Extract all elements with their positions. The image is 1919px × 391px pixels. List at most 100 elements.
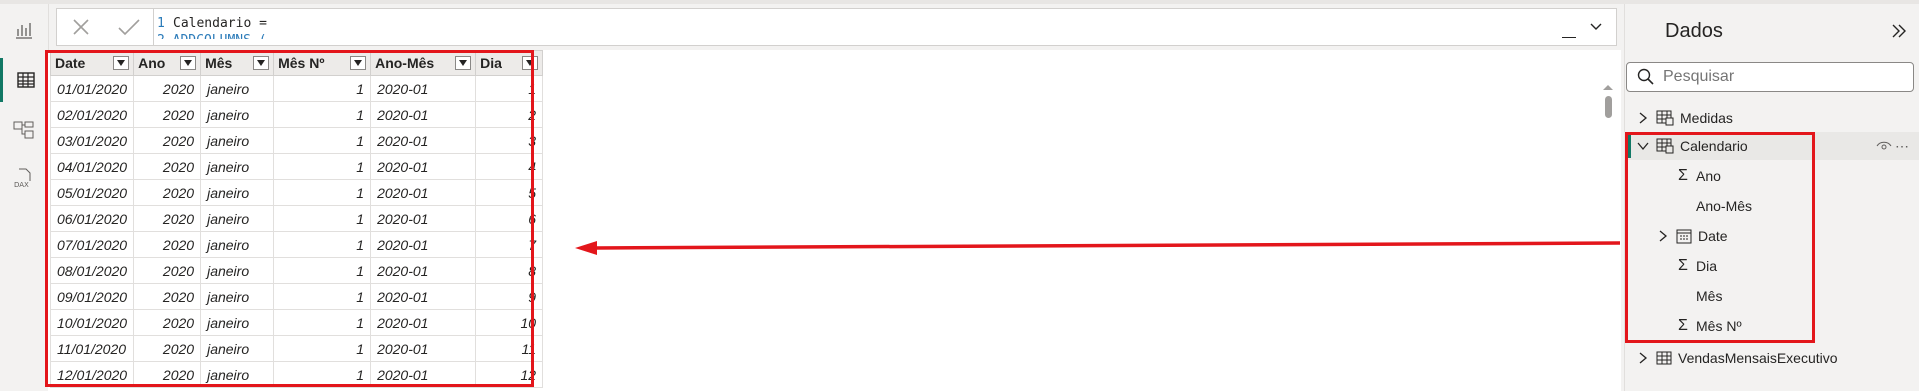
table-cell: 1 <box>475 75 544 102</box>
table-name: VendasMensaisExecutivo <box>1678 350 1838 366</box>
table-cell: 1 <box>273 153 372 180</box>
table-cell: janeiro <box>200 179 275 206</box>
filter-dropdown-icon[interactable] <box>455 56 472 70</box>
table-cell: 1 <box>273 127 372 154</box>
column-header[interactable]: Date <box>49 50 135 76</box>
table-row: 04/01/2020 2020 janeiro 1 2020-01 4 <box>49 153 544 180</box>
cancel-icon[interactable] <box>70 16 92 38</box>
table-cell: janeiro <box>200 153 275 180</box>
search-box[interactable] <box>1626 62 1914 92</box>
data-pane-title: Dados <box>1665 20 1723 42</box>
table-item-medidas[interactable]: Medidas <box>1636 104 1733 132</box>
field-name: Date <box>1698 228 1728 244</box>
more-options-icon[interactable]: ⋯ <box>1895 138 1909 155</box>
table-cell: janeiro <box>200 75 275 102</box>
table-cell: 2020-01 <box>370 101 477 128</box>
filter-dropdown-icon[interactable] <box>350 56 367 70</box>
table-cell: 1 <box>273 361 372 388</box>
field-item-date[interactable]: Date <box>1656 222 1728 250</box>
table-cell: janeiro <box>200 231 275 258</box>
chevron-down-icon[interactable] <box>1636 139 1650 153</box>
sigma-icon: Σ <box>1678 317 1688 334</box>
table-cell: 2020 <box>133 179 202 206</box>
header-row: Date Ano Mês Mês Nº Ano-Mês Dia <box>49 50 544 76</box>
field-item-mes-n[interactable]: Σ Mês Nº <box>1676 312 1742 340</box>
grid-vertical-scrollbar[interactable] <box>1600 82 1616 382</box>
table-row: 11/01/2020 2020 janeiro 1 2020-01 11 <box>49 335 544 362</box>
data-table: Date Ano Mês Mês Nº Ano-Mês Dia 01/01/2020 202… <box>49 50 544 388</box>
formula-actions <box>57 9 154 45</box>
field-item-ano[interactable]: Σ Ano <box>1676 162 1721 190</box>
column-header[interactable]: Dia <box>475 50 544 76</box>
column-header-label: Mês <box>205 55 233 71</box>
column-header[interactable]: Ano <box>133 50 202 76</box>
table-item-calendario[interactable]: Calendario ⋯ <box>1636 132 1916 160</box>
table-row: 01/01/2020 2020 janeiro 1 2020-01 1 <box>49 75 544 102</box>
table-cell: 2020 <box>133 205 202 232</box>
column-header[interactable]: Mês Nº <box>273 50 372 76</box>
field-name: Mês Nº <box>1696 318 1742 334</box>
table-item-vendas-mensais-executivo[interactable]: VendasMensaisExecutivo <box>1636 344 1838 372</box>
field-item-dia[interactable]: Σ Dia <box>1676 252 1717 280</box>
table-cell: 1 <box>273 101 372 128</box>
column-header-label: Ano <box>138 55 166 71</box>
table-view-button[interactable] <box>0 58 48 102</box>
chevron-right-icon[interactable] <box>1636 351 1650 365</box>
collapse-pane-icon[interactable] <box>1890 22 1908 40</box>
chevron-right-icon[interactable] <box>1656 229 1670 243</box>
scroll-up-icon[interactable] <box>1600 82 1616 92</box>
table-cell: 2020-01 <box>370 153 477 180</box>
column-header-label: Ano-Mês <box>375 55 435 71</box>
search-input[interactable] <box>1661 67 1905 87</box>
field-name: Ano <box>1696 168 1721 184</box>
table-name: Medidas <box>1680 110 1733 126</box>
field-name: Mês <box>1696 288 1723 304</box>
dax-code-line: Calendario = <box>173 16 267 31</box>
table-cell: 10/01/2020 <box>49 309 135 336</box>
annotation-arrow <box>575 241 1621 255</box>
column-header[interactable]: Ano-Mês <box>370 50 477 76</box>
table-cell: 7 <box>475 231 544 258</box>
table-cell: 07/01/2020 <box>49 231 135 258</box>
table-cell: 1 <box>273 283 372 310</box>
calculated-table-icon <box>1656 138 1674 154</box>
eye-icon[interactable] <box>1876 140 1892 152</box>
table-cell: 2020-01 <box>370 127 477 154</box>
table-cell: janeiro <box>200 127 275 154</box>
dax-icon: DAX <box>14 168 31 189</box>
column-header[interactable]: Mês <box>200 50 275 76</box>
table-row: 06/01/2020 2020 janeiro 1 2020-01 6 <box>49 205 544 232</box>
svg-text:DAX: DAX <box>14 181 29 189</box>
table-cell: 1 <box>273 309 372 336</box>
chevron-right-icon[interactable] <box>1636 111 1650 125</box>
model-view-button[interactable] <box>0 108 48 152</box>
scroll-thumb[interactable] <box>1605 96 1612 118</box>
table-row: 03/01/2020 2020 janeiro 1 2020-01 3 <box>49 127 544 154</box>
table-cell: 02/01/2020 <box>49 101 135 128</box>
table-cell: 01/01/2020 <box>49 75 135 102</box>
table-cell: 2020 <box>133 309 202 336</box>
table-cell: 08/01/2020 <box>49 257 135 284</box>
filter-dropdown-icon[interactable] <box>180 56 197 70</box>
dax-query-view-button[interactable]: DAX <box>0 156 48 200</box>
sigma-icon: Σ <box>1678 257 1688 274</box>
filter-dropdown-icon[interactable] <box>253 56 270 70</box>
field-item-mes[interactable]: Mês <box>1696 282 1722 310</box>
field-name: Dia <box>1696 258 1718 274</box>
table-row: 10/01/2020 2020 janeiro 1 2020-01 10 <box>49 309 544 336</box>
table-cell: 1 <box>273 335 372 362</box>
field-item-ano-mes[interactable]: Ano-Mês <box>1696 192 1752 220</box>
report-view-button[interactable] <box>0 8 48 52</box>
table-icon <box>1656 351 1672 365</box>
expand-formula-button[interactable] <box>1576 9 1616 45</box>
table-row: 12/01/2020 2020 janeiro 1 2020-01 12 <box>49 361 544 388</box>
sigma-icon: Σ <box>1678 167 1688 184</box>
view-switcher: DAX <box>0 4 49 391</box>
commit-check-icon[interactable] <box>117 16 141 38</box>
table-cell: janeiro <box>200 335 275 362</box>
filter-dropdown-icon[interactable] <box>522 56 539 70</box>
table-cell: 09/01/2020 <box>49 283 135 310</box>
table-cell: 10 <box>475 309 544 336</box>
filter-dropdown-icon[interactable] <box>113 56 130 70</box>
dax-editor[interactable]: 1 Calendario = 2 ADDCOLUMNS ( <box>157 15 267 39</box>
